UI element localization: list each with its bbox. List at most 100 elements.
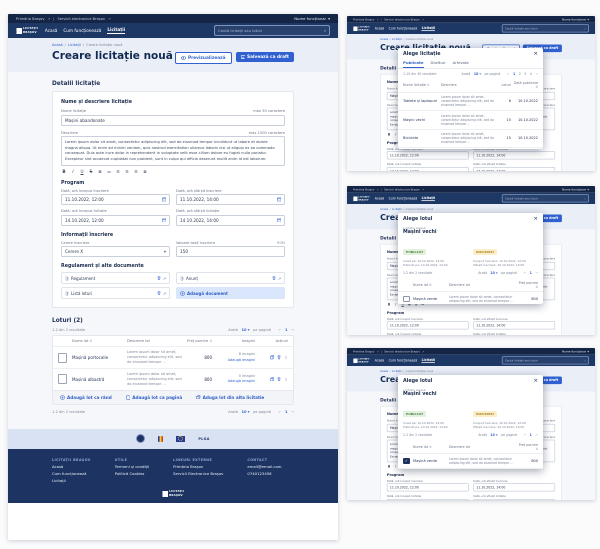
next-page-icon[interactable]: →	[535, 72, 538, 76]
per-page-select[interactable]: 10 ▾	[490, 433, 497, 437]
user-menu[interactable]: Nume funcționar▾	[562, 18, 589, 22]
cerere-select[interactable]: Cerere X ▾	[61, 246, 170, 257]
add-lot-row-button[interactable]: Adaugă lot ca rând	[60, 395, 112, 400]
page-number[interactable]: 1	[285, 410, 288, 414]
page-number[interactable]: 4	[530, 72, 532, 76]
topbar-link-primaria[interactable]: Primăria Brașov	[16, 17, 44, 21]
numbered-list-icon[interactable]: ≔	[106, 169, 112, 174]
open-document-icon[interactable]: ↗	[278, 276, 281, 281]
trash-icon[interactable]	[157, 276, 161, 281]
topbar-link-servicii[interactable]: Servicii electronice Brașov	[384, 18, 420, 21]
taxa-input[interactable]: 150	[176, 246, 285, 257]
tab-arhivate[interactable]: Arhivate	[452, 60, 468, 68]
page-number[interactable]: 2	[519, 72, 521, 76]
trash-icon[interactable]	[277, 377, 281, 382]
lot-row[interactable]: Mașină verde Lorem ipsum dolor sit amet,…	[398, 291, 543, 304]
align-center-icon[interactable]: ≡	[124, 169, 130, 174]
site-logo[interactable]: LicitațiiBrașov	[16, 27, 38, 33]
add-lot-page-button[interactable]: Adaugă lot ca pagină	[126, 395, 182, 400]
save-draft-button[interactable]: Salvează ca draft	[236, 52, 294, 62]
page-number[interactable]: 1	[530, 271, 532, 275]
close-icon[interactable]: ×	[533, 217, 538, 223]
lot-row-selected[interactable]: ✓ Mașină galbenă Lorem ipsum dolor sit a…	[398, 468, 543, 469]
next-page-icon[interactable]: →	[291, 410, 294, 414]
footer-link[interactable]: Termeni și condiții	[115, 464, 149, 469]
footer-link[interactable]: Acasă	[52, 464, 91, 469]
copy-icon[interactable]	[270, 355, 275, 360]
footer-link[interactable]: Primăria Brașov	[173, 464, 223, 469]
align-justify-icon[interactable]: ≣	[142, 169, 148, 174]
search-input[interactable]: Caută licitații sau loturi ⌕	[214, 25, 330, 36]
breadcrumb-licitatii[interactable]: Licitații	[68, 43, 81, 47]
descriere-textarea[interactable]: Lorem ipsum dolor sit amet, consectetur …	[61, 136, 285, 166]
open-document-icon[interactable]: ↗	[163, 276, 166, 281]
col-nume-lot[interactable]: Nume lot ⇅	[413, 283, 447, 287]
nume-licitatie-input[interactable]: Mașini abandonate	[61, 115, 285, 126]
footer-link[interactable]: Servicii Electronice Brașov	[173, 471, 223, 476]
page-number[interactable]: 1	[513, 72, 515, 76]
licitatie-row[interactable]: Mașini vechi Lorem ipsum dolor sit amet,…	[398, 110, 543, 129]
site-logo[interactable]: LicitațiiBrașov	[353, 26, 369, 31]
drag-handle-icon[interactable]	[284, 355, 288, 360]
close-icon[interactable]: ×	[533, 379, 538, 385]
nav-item-acasa[interactable]: Acasă	[45, 28, 57, 34]
prev-page-icon[interactable]: ←	[507, 72, 510, 76]
col-pret-pornire[interactable]: Preț pornire ⇅	[186, 339, 212, 343]
breadcrumb-acasa[interactable]: Acasă	[380, 38, 388, 41]
date-input[interactable]: 14.10.2022, 14:00	[473, 167, 555, 171]
footer-link[interactable]: Cum funcționează	[52, 471, 91, 476]
per-page-select[interactable]: 10 ▾	[474, 72, 481, 76]
page-number[interactable]: 1	[530, 433, 532, 437]
data-sfarsit-inscriere-input[interactable]: 11.10.2022, 14:00	[176, 194, 285, 205]
checkbox-checked[interactable]: ✓	[403, 458, 410, 465]
add-images-link[interactable]: Adaugă imagini	[228, 358, 255, 362]
col-nume-lot[interactable]: Nume lot ⇅	[72, 339, 124, 343]
nav-item-licitatii[interactable]: Licitații	[422, 26, 435, 31]
trash-icon[interactable]	[157, 291, 161, 296]
user-menu[interactable]: Nume funcționar ▾	[294, 16, 330, 21]
nav-item-licitatii[interactable]: Licitații	[107, 27, 125, 34]
breadcrumb-licitatii[interactable]: Licitații	[392, 38, 402, 41]
data-inceput-licitatie-input[interactable]: 14.10.2022, 12:00	[61, 215, 170, 226]
next-page-icon[interactable]: →	[535, 271, 538, 275]
date-input[interactable]: 14.10.2022, 12:00	[387, 167, 469, 171]
underline-icon[interactable]: U	[79, 169, 85, 174]
document-icon[interactable]	[58, 353, 67, 363]
add-lot-from-auction-button[interactable]: Aduga lot din alta licitatie	[196, 395, 264, 400]
col-pret-pornire[interactable]: Preț pornire ⇅	[516, 443, 538, 451]
col-data-publicare[interactable]: Dată publicare ⇅	[513, 81, 538, 89]
footer-link[interactable]: Licitații	[52, 478, 91, 483]
per-page-select[interactable]: 10 ▾	[490, 271, 497, 275]
open-document-icon[interactable]: ↗	[163, 291, 166, 296]
tab-drafturi[interactable]: Drafturi	[431, 60, 446, 68]
document-chip-lista-loturi[interactable]: Listă loturi ↗	[61, 287, 170, 299]
prev-page-icon[interactable]: ←	[278, 328, 281, 332]
trash-icon[interactable]	[272, 276, 276, 281]
col-nume-licitatie[interactable]: Nume licitație ⇅	[403, 83, 439, 87]
next-page-icon[interactable]: →	[291, 328, 294, 332]
checkbox-unchecked[interactable]	[403, 296, 410, 303]
footer-phone[interactable]: 0740123456	[247, 471, 281, 476]
strikethrough-icon[interactable]: S	[88, 169, 94, 174]
per-page-select[interactable]: 10 ▾	[241, 328, 249, 332]
preview-button[interactable]: Previzualizează	[175, 52, 232, 64]
prev-page-icon[interactable]: ←	[523, 433, 526, 437]
search-input[interactable]: Caută licitații sau loturi⌕	[502, 24, 589, 32]
footer-link[interactable]: Politică Cookies	[115, 471, 149, 476]
topbar-link-servicii[interactable]: Servicii electronice Brașov	[57, 17, 105, 21]
align-right-icon[interactable]: ≡	[133, 169, 139, 174]
copy-icon[interactable]	[270, 377, 275, 382]
licitatie-row[interactable]: Scaune Lorem ipsum dolor sit amet, conse…	[398, 147, 543, 149]
bullet-list-icon[interactable]: ≣	[97, 169, 103, 174]
nav-item-cum-functioneaza[interactable]: Cum funcționează	[389, 26, 418, 31]
page-number[interactable]: 3	[524, 72, 526, 76]
document-icon[interactable]	[58, 374, 67, 384]
bold-icon[interactable]: B	[61, 169, 67, 174]
lot-row-selected[interactable]: ✓ Mașină verde Lorem ipsum dolor sit ame…	[398, 453, 543, 467]
col-pret-pornire[interactable]: Preț pornire ⇅	[516, 281, 538, 289]
add-images-link[interactable]: Adaugă imagini	[228, 379, 255, 383]
document-chip-anunt[interactable]: Anunț ↗	[176, 272, 285, 284]
tab-publicate[interactable]: Publicate	[403, 60, 424, 68]
data-sfarsit-licitatie-input[interactable]: 14.10.2022, 14:00	[176, 215, 285, 226]
licitatie-row[interactable]: Tablete și laptopuri Lorem ipsum dolor s…	[398, 92, 543, 111]
